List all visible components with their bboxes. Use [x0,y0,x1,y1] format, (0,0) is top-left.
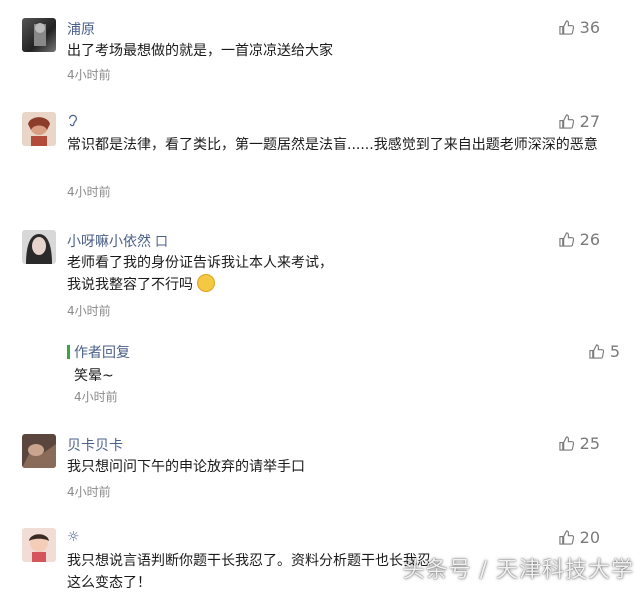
like-button[interactable]: 27 [559,112,600,131]
avatar[interactable] [22,528,56,562]
like-count: 5 [609,342,620,361]
reply-like-button[interactable]: 5 [589,342,620,361]
reply-time: 4小时前 [74,390,118,404]
comment-username[interactable]: 小呀嘛小依然口 [67,231,168,251]
comment-username[interactable]: ☼ [67,529,80,545]
avatar[interactable] [22,230,56,264]
comment-text: 常识都是法律，看了类比，第一题居然是法盲......我感觉到了来自出题老师深深的… [67,137,598,153]
avatar[interactable] [22,434,56,468]
thumbs-up-icon [589,344,604,359]
ear-icon [67,114,79,132]
reply-author[interactable]: 作者回复 [74,342,130,362]
comment-username[interactable]: 贝卡贝卡 [67,435,123,455]
watermark: 头条号 / 天津科技大学 [402,558,634,583]
comment-text: 我只想问问下午的申论放弃的请举手口 [67,459,305,475]
comment-time: 4小时前 [67,304,111,318]
reply-marker [67,345,70,359]
badge-icon: 口 [155,235,169,250]
comment-username[interactable]: 浦原 [67,19,95,39]
like-button[interactable]: 36 [559,18,600,37]
reply-text: 笑晕~ [74,368,114,384]
like-count: 26 [579,230,600,249]
like-count: 25 [579,434,600,453]
thumbs-up-icon [559,114,574,129]
comment-time: 4小时前 [67,485,111,499]
like-count: 20 [579,528,600,547]
avatar[interactable] [22,112,56,146]
thumbs-up-icon [559,20,574,35]
comment-time: 4小时前 [67,185,111,199]
comment-text: 出了考场最想做的就是，一首凉凉送给大家 [67,43,333,59]
thumbs-up-icon [559,232,574,247]
like-count: 27 [579,112,600,131]
thumbs-up-icon [559,436,574,451]
comment-username[interactable] [67,113,79,132]
author-reply: 作者回复 5 笑晕~ 4小时前 [67,342,620,406]
thumbs-up-icon [559,530,574,545]
like-button[interactable]: 26 [559,230,600,249]
like-button[interactable]: 25 [559,434,600,453]
comment-text: 老师看了我的身份证告诉我让本人来考试， 我说我整容了不行吗 [67,255,333,293]
like-button[interactable]: 20 [559,528,600,547]
like-count: 36 [579,18,600,37]
smile-emoji-icon [197,274,216,292]
avatar[interactable] [22,18,56,52]
comment-time: 4小时前 [67,68,111,82]
